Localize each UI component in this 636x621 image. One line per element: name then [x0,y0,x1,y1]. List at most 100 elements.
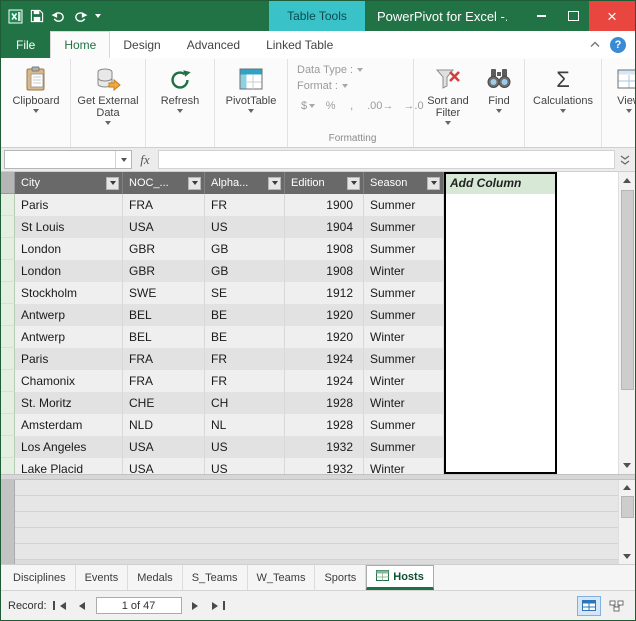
close-button[interactable] [589,1,635,31]
column-header-season[interactable]: Season [364,172,444,194]
table-cell[interactable]: US [205,216,285,238]
add-column-cell[interactable] [444,194,557,216]
table-cell[interactable]: 1908 [285,260,364,282]
table-cell[interactable]: Summer [364,304,444,326]
sheet-tab-hosts[interactable]: Hosts [366,565,434,590]
calc-row[interactable] [15,544,618,560]
filter-dropdown-icon[interactable] [347,176,360,190]
table-cell[interactable]: St. Moritz [15,392,123,414]
table-cell[interactable]: USA [123,216,205,238]
scroll-up-icon[interactable] [619,480,635,494]
table-cell[interactable]: BE [205,304,285,326]
add-column-cell[interactable] [444,216,557,238]
name-box-dropdown-icon[interactable] [115,151,131,168]
table-cell[interactable]: Paris [15,348,123,370]
add-column-cell[interactable] [444,436,557,458]
table-cell[interactable]: Antwerp [15,304,123,326]
tab-file[interactable]: File [1,31,51,58]
record-position[interactable]: 1 of 47 [95,597,182,614]
table-cell[interactable]: 1932 [285,436,364,458]
table-cell[interactable]: Amsterdam [15,414,123,436]
view-button[interactable]: View [607,62,635,116]
row-selector[interactable] [1,304,15,326]
table-cell[interactable]: 1928 [285,392,364,414]
percent-button[interactable]: % [321,97,340,115]
row-selector[interactable] [1,194,15,216]
add-column-cell[interactable] [444,238,557,260]
table-cell[interactable]: Lake Placid [15,458,123,474]
table-cell[interactable]: Summer [364,216,444,238]
tab-advanced[interactable]: Advanced [174,31,253,58]
calc-row[interactable] [15,512,618,528]
row-selector[interactable] [1,414,15,436]
sort-and-filter-button[interactable]: Sort and Filter [419,62,477,128]
table-cell[interactable]: GB [205,238,285,260]
table-cell[interactable]: Summer [364,348,444,370]
sheet-tab-sports[interactable]: Sports [315,565,367,590]
formula-input[interactable] [158,150,615,169]
grid-vertical-scrollbar[interactable] [618,172,635,474]
table-cell[interactable]: CHE [123,392,205,414]
table-cell[interactable]: Antwerp [15,326,123,348]
table-cell[interactable]: FR [205,348,285,370]
table-cell[interactable]: FRA [123,370,205,392]
table-cell[interactable]: GBR [123,238,205,260]
data-view-button[interactable] [577,595,601,616]
minimize-button[interactable] [525,1,557,31]
sheet-tab-w_teams[interactable]: W_Teams [248,565,316,590]
find-button[interactable]: Find [479,62,519,128]
filter-dropdown-icon[interactable] [427,176,440,190]
name-box[interactable] [4,150,132,169]
table-cell[interactable]: USA [123,458,205,474]
last-record-button[interactable] [210,598,227,614]
table-cell[interactable]: Chamonix [15,370,123,392]
scroll-down-icon[interactable] [619,458,635,474]
filter-dropdown-icon[interactable] [106,176,119,190]
add-column-cell[interactable] [444,282,557,304]
table-cell[interactable]: Summer [364,282,444,304]
table-cell[interactable]: GB [205,260,285,282]
filter-dropdown-icon[interactable] [188,176,201,190]
row-selector[interactable] [1,282,15,304]
row-selector[interactable] [1,326,15,348]
redo-icon[interactable] [73,10,88,22]
calc-row[interactable] [15,496,618,512]
refresh-button[interactable]: Refresh [151,62,209,116]
table-cell[interactable]: NLD [123,414,205,436]
tab-design[interactable]: Design [110,31,173,58]
insert-function-button[interactable]: fx [132,148,158,171]
expand-formula-bar-icon[interactable] [615,148,635,171]
table-cell[interactable]: 1920 [285,304,364,326]
sheet-tab-s_teams[interactable]: S_Teams [183,565,248,590]
column-header-add-column[interactable]: Add Column [444,172,557,194]
table-cell[interactable]: 1912 [285,282,364,304]
increase-decimal-button[interactable]: .00→ [363,97,397,115]
thousands-separator-button[interactable]: , [342,97,361,115]
column-header-alpha[interactable]: Alpha... [205,172,285,194]
pivottable-button[interactable]: PivotTable [220,62,282,116]
table-cell[interactable]: Winter [364,326,444,348]
help-icon[interactable] [610,36,626,53]
column-header-city[interactable]: City [15,172,123,194]
table-cell[interactable]: Winter [364,370,444,392]
qat-customize-icon[interactable] [95,14,101,21]
tab-home[interactable]: Home [50,31,111,58]
add-column-cell[interactable] [444,326,557,348]
row-selector[interactable] [1,392,15,414]
table-cell[interactable]: London [15,260,123,282]
calc-vertical-scrollbar[interactable] [618,480,635,564]
row-selector[interactable] [1,458,15,474]
format-control[interactable]: Format : [297,78,348,94]
calc-row[interactable] [15,480,618,496]
scrollbar-thumb[interactable] [620,496,634,518]
table-cell[interactable]: US [205,436,285,458]
collapse-ribbon-icon[interactable] [590,41,600,48]
calculations-button[interactable]: Calculations [530,62,596,116]
table-cell[interactable]: FRA [123,348,205,370]
table-cell[interactable]: FR [205,370,285,392]
table-cell[interactable]: FRA [123,194,205,216]
calc-row[interactable] [15,528,618,544]
first-record-button[interactable] [51,598,68,614]
add-column-cell[interactable] [444,348,557,370]
currency-button[interactable]: $ [297,97,319,115]
